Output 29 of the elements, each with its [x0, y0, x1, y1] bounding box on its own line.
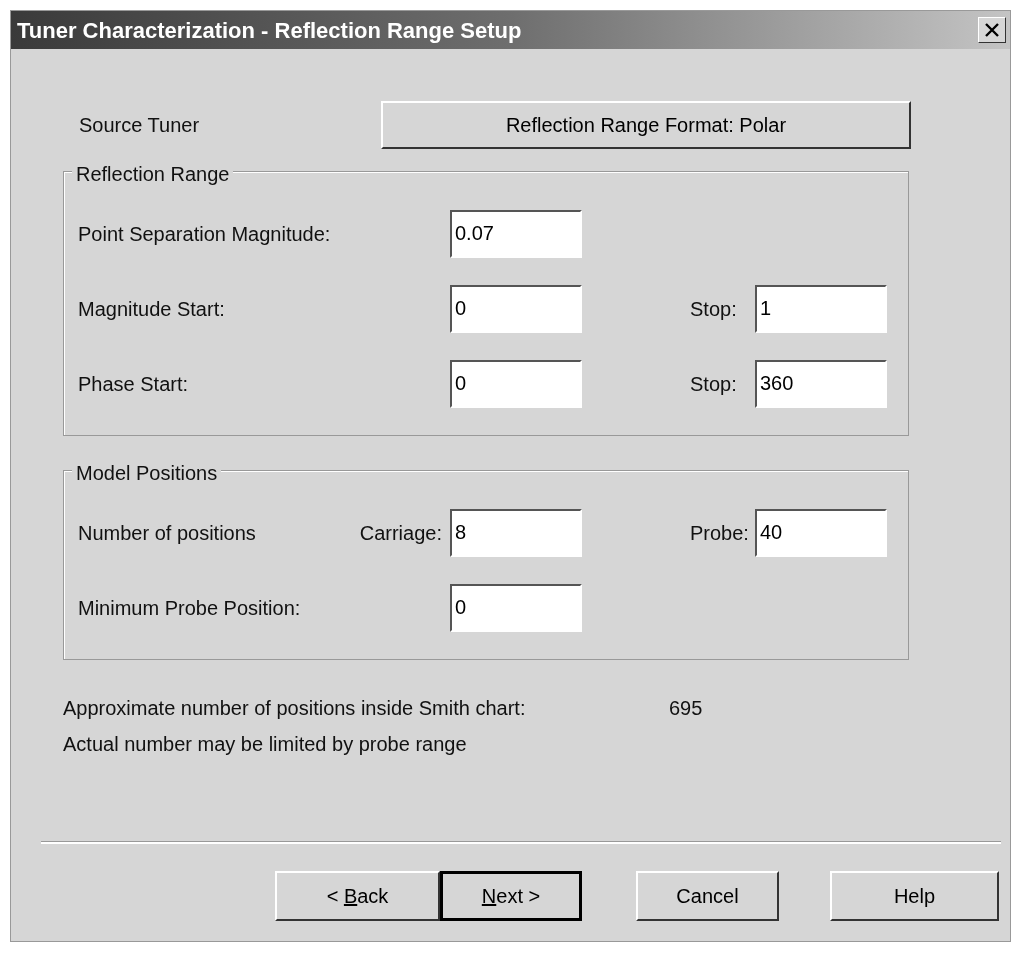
field-label: Stop:: [690, 296, 738, 322]
field-label: Probe:: [690, 520, 750, 546]
input-field[interactable]: 1: [755, 284, 887, 333]
field-label: Magnitude Start:: [78, 296, 226, 322]
input-field[interactable]: 0: [450, 583, 582, 632]
field-label: Minimum Probe Position:: [78, 595, 302, 621]
dialog-button[interactable]: < Back: [275, 871, 440, 921]
format-button[interactable]: Reflection Range Format: Polar: [381, 101, 911, 149]
field-label: Stop:: [690, 371, 738, 397]
dialog-button[interactable]: Cancel: [636, 871, 779, 921]
summary-value: 695: [669, 696, 703, 721]
input-field[interactable]: 0.07: [450, 209, 582, 258]
input-field[interactable]: 40: [755, 508, 887, 557]
window-title: Tuner Characterization - Reflection Range Setup: [17, 16, 522, 45]
close-button[interactable]: [978, 17, 1006, 43]
input-field[interactable]: 8: [450, 508, 582, 557]
default-button[interactable]: Next >: [440, 871, 582, 921]
field-label: Carriage:: [359, 520, 442, 546]
field-label: Point Separation Magnitude:: [78, 221, 332, 247]
source-tuner-label: Source Tuner: [79, 113, 201, 138]
summary-label: Approximate number of positions inside Smith chart:: [63, 696, 527, 721]
input-field[interactable]: 360: [755, 359, 887, 408]
field-label: Number of positions: [78, 520, 256, 546]
input-field[interactable]: 0: [450, 359, 582, 408]
dialog-button[interactable]: Help: [830, 871, 999, 921]
close-icon: [985, 23, 999, 37]
field-label: Phase Start:: [78, 371, 190, 397]
summary-note: Actual number may be limited by probe range: [63, 733, 467, 755]
input-field[interactable]: 0: [450, 284, 582, 333]
